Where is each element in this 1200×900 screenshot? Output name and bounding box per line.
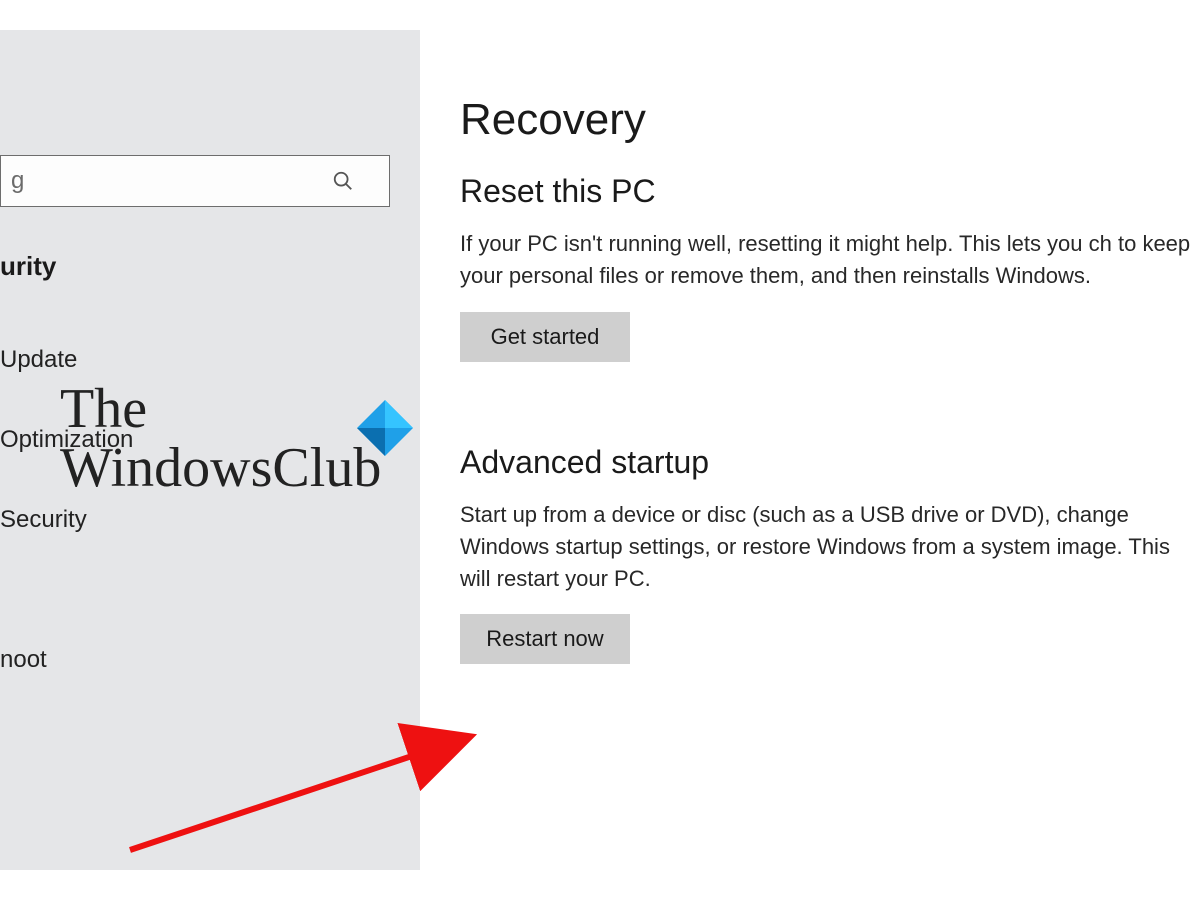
sidebar-item-delivery-optimization[interactable]: Optimization	[0, 400, 420, 480]
text-advanced-startup: Start up from a device or disc (such as …	[460, 499, 1200, 595]
heading-reset-this-pc: Reset this PC	[460, 173, 1200, 210]
get-started-button[interactable]: Get started	[460, 312, 630, 362]
settings-window: urity Update Optimization Security noot …	[0, 0, 1200, 900]
heading-advanced-startup: Advanced startup	[460, 444, 1200, 481]
sidebar-category-update-security: urity	[0, 251, 420, 282]
section-gap	[460, 362, 1200, 422]
search-field-wrap	[0, 155, 398, 207]
sidebar-item-windows-security[interactable]: Security	[0, 480, 420, 560]
sidebar-spacer	[0, 560, 420, 620]
letterbox-bottom	[0, 870, 1200, 900]
settings-sidebar: urity Update Optimization Security noot	[0, 0, 420, 900]
letterbox-top	[0, 0, 1200, 30]
restart-now-button[interactable]: Restart now	[460, 614, 630, 664]
text-reset-this-pc: If your PC isn't running well, resetting…	[460, 228, 1200, 292]
sidebar-item-windows-update[interactable]: Update	[0, 320, 420, 400]
search-icon	[332, 170, 354, 192]
content-pane: Recovery Reset this PC If your PC isn't …	[420, 0, 1200, 900]
page-title: Recovery	[460, 95, 1200, 145]
sidebar-item-troubleshoot[interactable]: noot	[0, 620, 420, 700]
